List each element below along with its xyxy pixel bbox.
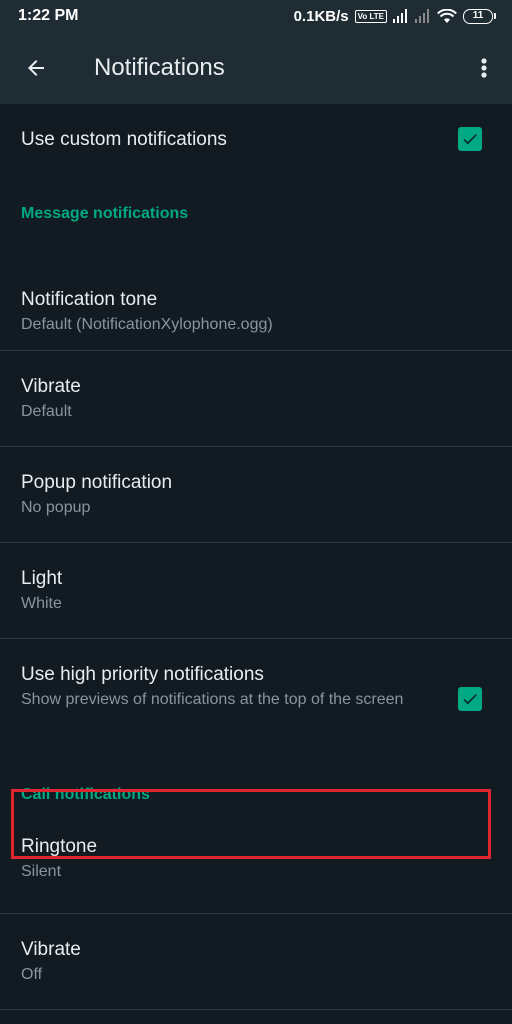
settings-list: Use custom notifications Message notific… xyxy=(0,104,512,1010)
high-priority-description: Show previews of notifications at the to… xyxy=(21,691,404,708)
status-icons: 0.1KB/s Vo LTE 11 xyxy=(294,8,496,25)
status-bar: 1:22 PM 0.1KB/s Vo LTE 11 xyxy=(0,0,512,32)
light-title: Light xyxy=(21,568,63,589)
ringtone-value: Silent xyxy=(21,863,62,880)
notification-tone-value: Default (NotificationXylophone.ogg) xyxy=(21,316,273,333)
page-title: Notifications xyxy=(94,54,225,81)
popup-notification-row[interactable]: Popup notification No popup xyxy=(0,447,512,542)
signal-icon-secondary xyxy=(415,9,429,23)
volte-label: Vo LTE xyxy=(357,11,384,21)
signal-icon xyxy=(393,9,407,23)
arrow-back-icon xyxy=(28,60,44,76)
divider xyxy=(0,1009,512,1010)
check-icon xyxy=(463,134,477,145)
notification-tone-row[interactable]: Notification tone Default (NotificationX… xyxy=(0,248,512,350)
app-bar: Notifications xyxy=(0,32,512,104)
call-notifications-header: Call notifications xyxy=(21,786,150,803)
high-priority-row[interactable]: Use high priority notifications Show pre… xyxy=(0,639,512,747)
back-button[interactable] xyxy=(18,50,54,86)
call-vibrate-row[interactable]: Vibrate Off xyxy=(0,914,512,1009)
light-value: White xyxy=(21,595,62,612)
custom-notifications-row[interactable]: Use custom notifications xyxy=(0,104,512,176)
status-time: 1:22 PM xyxy=(18,7,79,24)
check-icon xyxy=(463,694,477,705)
more-vert-icon xyxy=(481,58,487,78)
wifi-icon xyxy=(437,8,457,23)
more-options-button[interactable] xyxy=(470,50,498,86)
vibrate-value: Default xyxy=(21,403,72,420)
call-notifications-section: Call notifications xyxy=(0,747,512,815)
call-vibrate-title: Vibrate xyxy=(21,939,81,960)
popup-notification-value: No popup xyxy=(21,499,91,516)
call-vibrate-value: Off xyxy=(21,966,43,983)
custom-notifications-checkbox[interactable] xyxy=(458,127,482,151)
battery-level: 11 xyxy=(463,8,493,24)
light-row[interactable]: Light White xyxy=(0,543,512,638)
network-speed: 0.1KB/s xyxy=(293,7,349,25)
vibrate-title: Vibrate xyxy=(21,376,81,397)
ringtone-title: Ringtone xyxy=(21,836,98,857)
vibrate-row[interactable]: Vibrate Default xyxy=(0,351,512,446)
message-notifications-section: Message notifications xyxy=(0,176,512,248)
custom-notifications-title: Use custom notifications xyxy=(21,129,227,150)
notification-tone-title: Notification tone xyxy=(21,289,158,310)
high-priority-title: Use high priority notifications xyxy=(21,664,264,685)
battery-icon: 11 xyxy=(463,8,496,24)
message-notifications-header: Message notifications xyxy=(21,205,189,222)
popup-notification-title: Popup notification xyxy=(21,472,173,493)
high-priority-checkbox[interactable] xyxy=(458,687,482,711)
volte-icon: Vo LTE xyxy=(354,9,387,23)
ringtone-row[interactable]: Ringtone Silent xyxy=(0,815,512,913)
